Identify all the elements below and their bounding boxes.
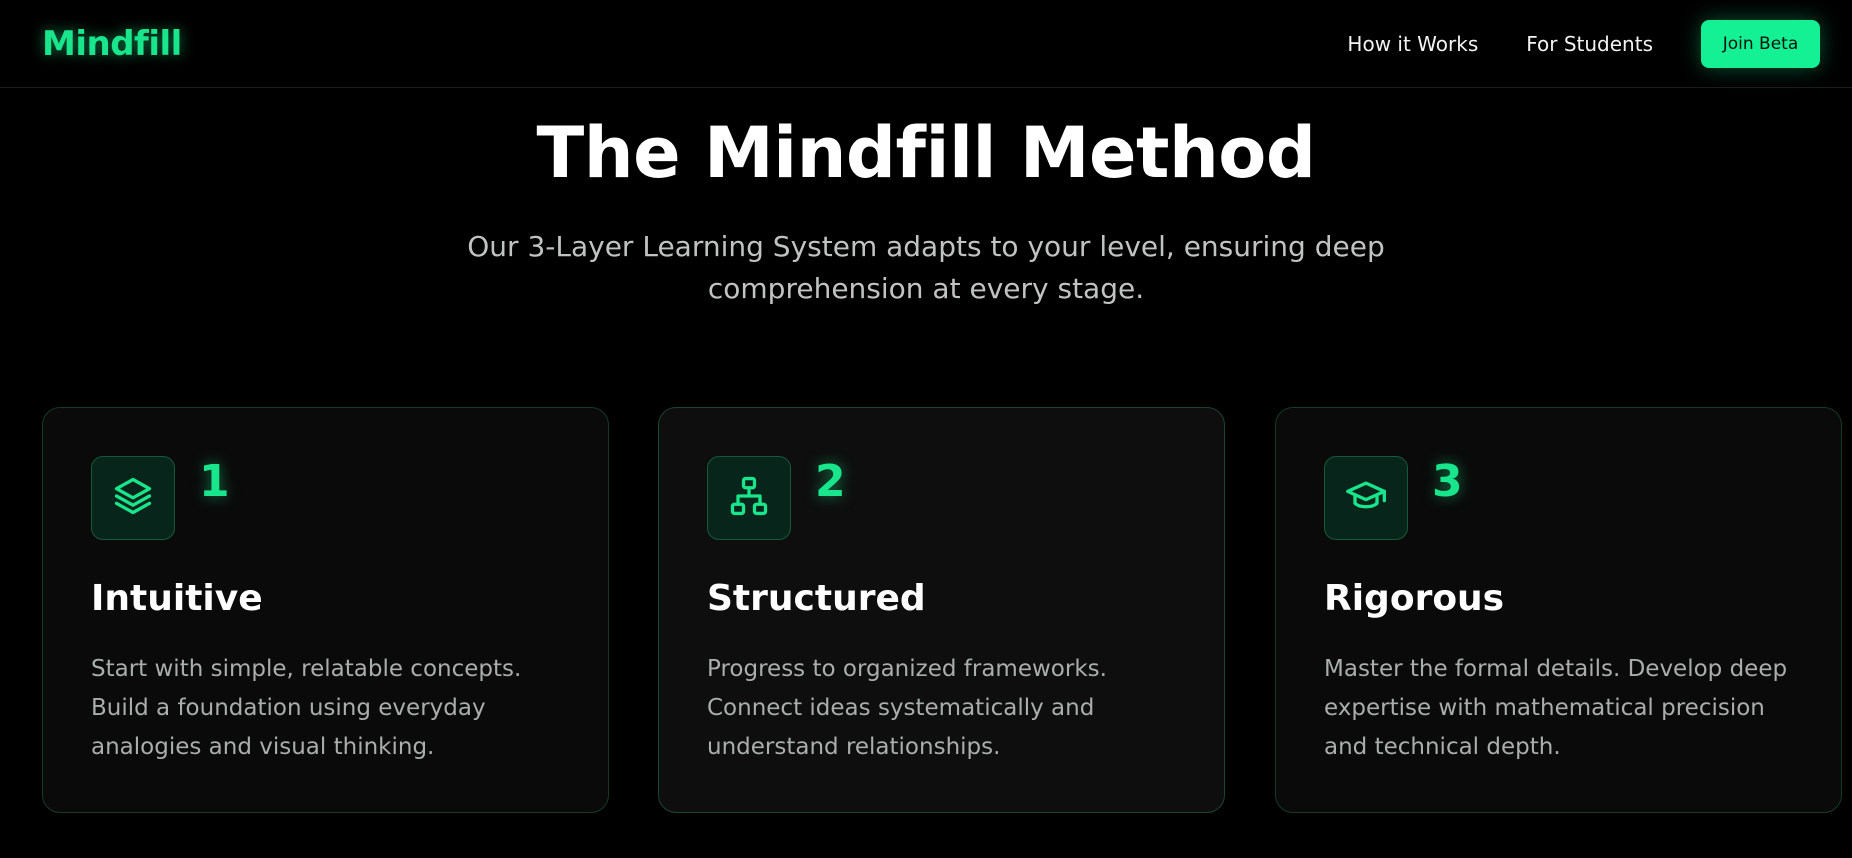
hero-subtitle: Our 3-Layer Learning System adapts to yo…	[426, 226, 1426, 310]
graduation-cap-icon	[1344, 474, 1388, 522]
navbar: Mindfill How it Works For Students Join …	[0, 0, 1852, 88]
card-number: 2	[815, 456, 846, 507]
layers-icon	[111, 474, 155, 522]
card-description-line: expertise with mathematical precision	[1324, 695, 1765, 721]
card-title: Intuitive	[91, 578, 263, 619]
card-number: 3	[1432, 456, 1463, 507]
hierarchy-icon	[727, 474, 771, 522]
logo[interactable]: Mindfill	[42, 24, 182, 64]
card-number: 1	[199, 456, 230, 507]
card-description-line: understand relationships.	[707, 734, 1001, 760]
hero-subtitle-line-1: Our 3-Layer Learning System adapts to yo…	[467, 230, 1385, 263]
card-description-line: Connect ideas systematically and	[707, 695, 1095, 721]
card-intuitive: 1 Intuitive Start with simple, relatable…	[42, 407, 609, 813]
nav-links: How it Works For Students Join Beta	[1347, 19, 1820, 68]
card-structured: 2 Structured Progress to organized frame…	[658, 407, 1225, 813]
nav-link-how-it-works[interactable]: How it Works	[1347, 32, 1478, 56]
nav-link-for-students[interactable]: For Students	[1526, 32, 1653, 56]
hero-subtitle-line-2: comprehension at every stage.	[707, 272, 1145, 305]
page-title: The Mindfill Method	[536, 112, 1316, 194]
card-description-line: analogies and visual thinking.	[91, 734, 435, 760]
card-rigorous: 3 Rigorous Master the formal details. De…	[1275, 407, 1842, 813]
card-description-line: Master the formal details. Develop deep	[1324, 656, 1788, 682]
card-description-line: Start with simple, relatable concepts.	[91, 656, 522, 682]
card-description: Master the formal details. Develop deep …	[1324, 650, 1824, 767]
card-description: Progress to organized frameworks. Connec…	[707, 650, 1207, 767]
card-icon-box	[1324, 456, 1408, 540]
card-description-line: and technical depth.	[1324, 734, 1561, 760]
card-title: Rigorous	[1324, 578, 1505, 619]
join-beta-button[interactable]: Join Beta	[1701, 19, 1820, 68]
card-description-line: Build a foundation using everyday	[91, 695, 486, 721]
card-icon-box	[707, 456, 791, 540]
card-description: Start with simple, relatable concepts. B…	[91, 650, 591, 767]
card-title: Structured	[707, 578, 926, 619]
card-icon-box	[91, 456, 175, 540]
card-description-line: Progress to organized frameworks.	[707, 656, 1107, 682]
